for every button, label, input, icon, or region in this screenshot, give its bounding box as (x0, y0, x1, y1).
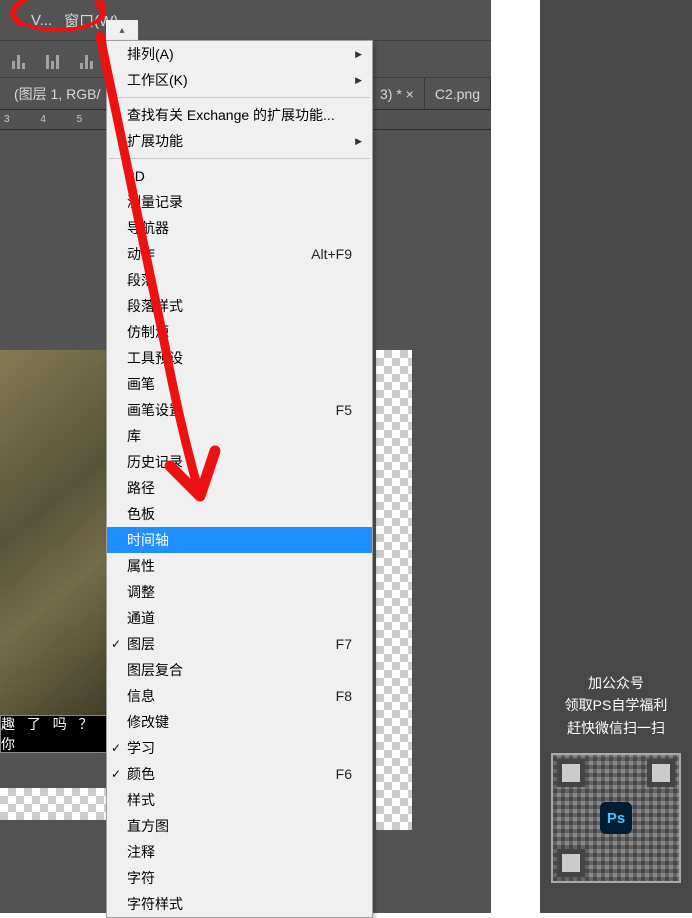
page-gap (491, 0, 540, 913)
menu-brush-settings[interactable]: 画笔设置F5 (107, 397, 372, 423)
menu-arrange[interactable]: 排列(A) (107, 41, 372, 67)
menu-clone-source[interactable]: 仿制源 (107, 319, 372, 345)
menu-3d[interactable]: 3D (107, 163, 372, 189)
align-control-icon[interactable] (8, 49, 28, 69)
shortcut-label: F8 (336, 688, 352, 704)
promo-text: 加公众号 领取PS自学福利 赶快微信扫一扫 (565, 672, 668, 739)
menu-modifier-keys[interactable]: 修改键 (107, 709, 372, 735)
window-menu-dropdown: 排列(A) 工作区(K) 查找有关 Exchange 的扩展功能... 扩展功能… (106, 40, 373, 918)
menu-properties[interactable]: 属性 (107, 553, 372, 579)
menu-timeline[interactable]: 时间轴 (107, 527, 372, 553)
menu-separator (109, 158, 370, 159)
shortcut-label: F5 (336, 402, 352, 418)
menu-character[interactable]: 字符 (107, 865, 372, 891)
menu-notes[interactable]: 注释 (107, 839, 372, 865)
menu-exchange[interactable]: 查找有关 Exchange 的扩展功能... (107, 102, 372, 128)
menu-navigator[interactable]: 导航器 (107, 215, 372, 241)
menu-layer-comps[interactable]: 图层复合 (107, 657, 372, 683)
dropdown-scroll-up-icon[interactable] (106, 20, 138, 40)
shortcut-label: F7 (336, 636, 352, 652)
menu-extensions[interactable]: 扩展功能 (107, 128, 372, 154)
menu-paragraph-style[interactable]: 段落样式 (107, 293, 372, 319)
menu-character-style[interactable]: 字符样式 (107, 891, 372, 917)
menu-swatches[interactable]: 色板 (107, 501, 372, 527)
doc-tab-2[interactable]: 3) * × (370, 78, 425, 109)
menu-library[interactable]: 库 (107, 423, 372, 449)
menu-learn[interactable]: 学习 (107, 735, 372, 761)
qr-code: Ps (551, 753, 681, 883)
menu-color[interactable]: 颜色F6 (107, 761, 372, 787)
menu-measure-log[interactable]: 测量记录 (107, 189, 372, 215)
menu-workspace[interactable]: 工作区(K) (107, 67, 372, 93)
menu-histogram[interactable]: 直方图 (107, 813, 372, 839)
menu-tool-preset[interactable]: 工具预设 (107, 345, 372, 371)
doc-tab-3[interactable]: C2.png (425, 78, 491, 109)
menu-channels[interactable]: 通道 (107, 605, 372, 631)
menu-actions[interactable]: 动作Alt+F9 (107, 241, 372, 267)
shortcut-label: F6 (336, 766, 352, 782)
ps-badge-icon: Ps (600, 802, 632, 834)
menu-brush[interactable]: 画笔 (107, 371, 372, 397)
menu-adjustments[interactable]: 调整 (107, 579, 372, 605)
doc-tab-1[interactable]: (图层 1, RGB/ (4, 78, 111, 109)
menu-paths[interactable]: 路径 (107, 475, 372, 501)
menu-info[interactable]: 信息F8 (107, 683, 372, 709)
image-content (0, 350, 108, 750)
transparency-checker (376, 350, 412, 830)
align-control-icon[interactable] (42, 49, 62, 69)
caption-text: 趣 了 吗 ？ 你 (0, 715, 108, 753)
menu-layers[interactable]: 图层F7 (107, 631, 372, 657)
menu-separator (109, 97, 370, 98)
menu-styles[interactable]: 样式 (107, 787, 372, 813)
menu-history[interactable]: 历史记录 (107, 449, 372, 475)
menu-paragraph[interactable]: 段落 (107, 267, 372, 293)
align-control-icon[interactable] (76, 49, 96, 69)
shortcut-label: Alt+F9 (311, 246, 352, 262)
transparency-checker (0, 788, 108, 820)
promo-sidebar: 加公众号 领取PS自学福利 赶快微信扫一扫 Ps (540, 0, 692, 913)
